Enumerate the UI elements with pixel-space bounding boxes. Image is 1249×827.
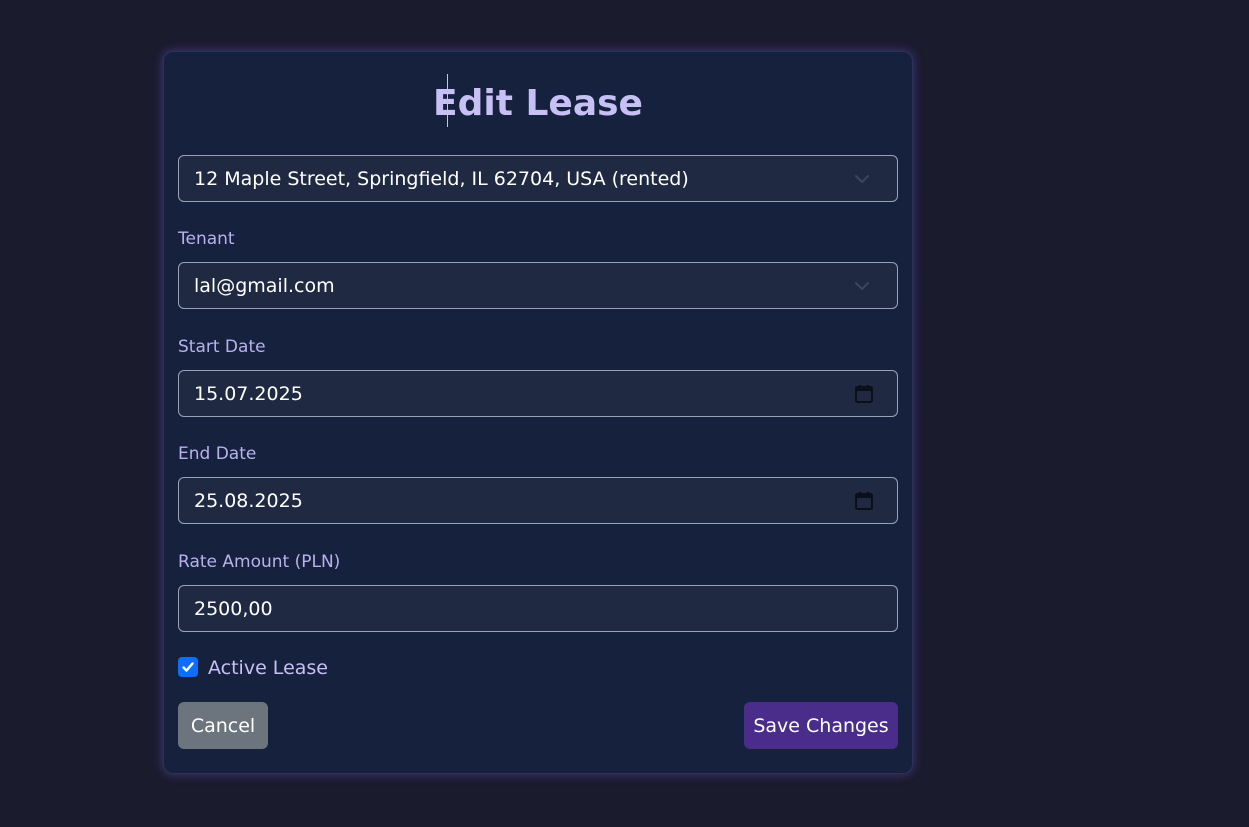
rate-amount-value: 2500,00 [194, 597, 273, 620]
active-lease-label[interactable]: Active Lease [208, 656, 328, 680]
rate-amount-input[interactable]: 2500,00 [178, 585, 898, 632]
rate-amount-label: Rate Amount (PLN) [178, 552, 341, 572]
end-date-value: 25.08.2025 [194, 489, 303, 512]
cancel-button[interactable]: Cancel [178, 702, 268, 749]
text-caret [447, 74, 448, 127]
start-date-input[interactable]: 15.07.2025 [178, 370, 898, 417]
property-select-value: 12 Maple Street, Springfield, IL 62704, … [194, 167, 689, 190]
tenant-select[interactable]: lal@gmail.com [178, 262, 898, 309]
chevron-down-icon [855, 281, 869, 290]
calendar-icon[interactable] [854, 384, 874, 404]
start-date-label: Start Date [178, 337, 266, 357]
tenant-label: Tenant [178, 229, 235, 249]
chevron-down-icon [855, 174, 869, 183]
save-changes-button[interactable]: Save Changes [744, 702, 898, 749]
end-date-input[interactable]: 25.08.2025 [178, 477, 898, 524]
check-icon [182, 662, 194, 672]
property-select[interactable]: 12 Maple Street, Springfield, IL 62704, … [178, 155, 898, 202]
calendar-icon[interactable] [854, 491, 874, 511]
active-lease-checkbox[interactable] [178, 657, 198, 677]
end-date-label: End Date [178, 444, 257, 464]
tenant-select-value: lal@gmail.com [194, 274, 335, 297]
start-date-value: 15.07.2025 [194, 382, 303, 405]
page-title: Edit Lease [433, 83, 643, 124]
